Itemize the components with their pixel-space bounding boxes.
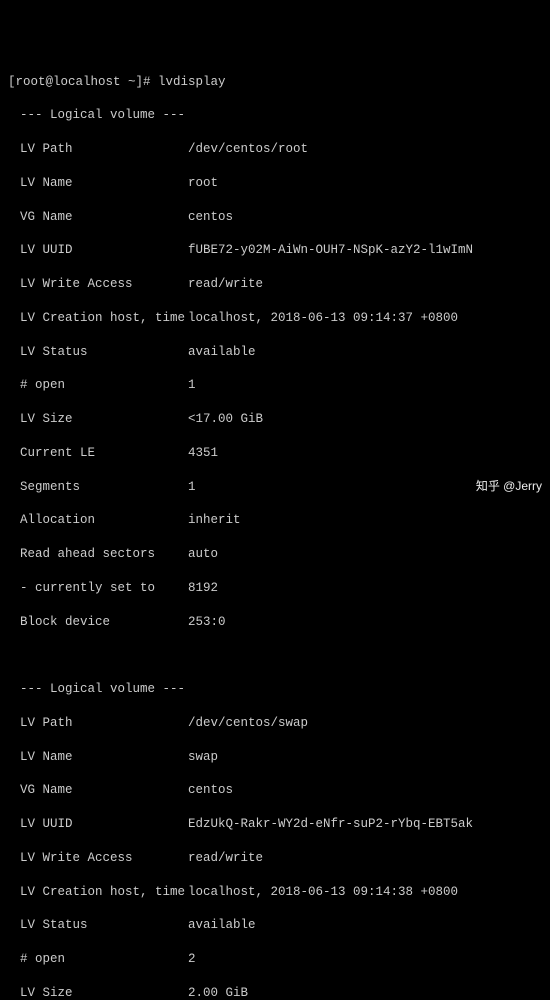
label-lv-name: LV Name (8, 749, 188, 766)
line2-lv-path: LV Path/dev/centos/swap (8, 715, 542, 732)
prompt-line-1: [root@localhost ~]# lvdisplay (8, 74, 542, 91)
label-lv-size: LV Size (8, 985, 188, 1000)
val-read-ahead: auto (188, 546, 218, 563)
lv-header-1: --- Logical volume --- (8, 107, 542, 124)
label-lv-write: LV Write Access (8, 850, 188, 867)
line-read-ahead: Read ahead sectorsauto (8, 546, 542, 563)
line-lv-creation: LV Creation host, timelocalhost, 2018-06… (8, 310, 542, 327)
val2-lv-name: swap (188, 749, 218, 766)
val2-vg-name: centos (188, 782, 233, 799)
line2-open: # open2 (8, 951, 542, 968)
line-lv-path: LV Path/dev/centos/root (8, 141, 542, 158)
line-currently-set: - currently set to8192 (8, 580, 542, 597)
line-lv-size: LV Size<17.00 GiB (8, 411, 542, 428)
prompt-text: [root@localhost ~]# (8, 75, 158, 89)
line-allocation: Allocationinherit (8, 512, 542, 529)
label-lv-creation: LV Creation host, time (8, 884, 188, 901)
line2-lv-uuid: LV UUIDEdzUkQ-Rakr-WY2d-eNfr-suP2-rYbq-E… (8, 816, 542, 833)
label-vg-name: VG Name (8, 782, 188, 799)
line-lv-status: LV Statusavailable (8, 344, 542, 361)
label-segments: Segments (8, 479, 188, 496)
watermark-text: 知乎 @Jerry (476, 478, 542, 494)
val-lv-status: available (188, 344, 256, 361)
label-lv-path: LV Path (8, 141, 188, 158)
val2-lv-write: read/write (188, 850, 263, 867)
label-lv-write: LV Write Access (8, 276, 188, 293)
val-lv-write: read/write (188, 276, 263, 293)
line2-lv-status: LV Statusavailable (8, 917, 542, 934)
line2-lv-name: LV Nameswap (8, 749, 542, 766)
val2-lv-uuid: EdzUkQ-Rakr-WY2d-eNfr-suP2-rYbq-EBT5ak (188, 816, 473, 833)
label-allocation: Allocation (8, 512, 188, 529)
val-vg-name: centos (188, 209, 233, 226)
val2-lv-size: 2.00 GiB (188, 985, 248, 1000)
label-lv-status: LV Status (8, 917, 188, 934)
line-open: # open1 (8, 377, 542, 394)
label-lv-name: LV Name (8, 175, 188, 192)
line-current-le: Current LE4351 (8, 445, 542, 462)
label-open: # open (8, 377, 188, 394)
label-lv-status: LV Status (8, 344, 188, 361)
label-vg-name: VG Name (8, 209, 188, 226)
label-open: # open (8, 951, 188, 968)
val2-lv-status: available (188, 917, 256, 934)
val-segments: 1 (188, 479, 196, 496)
val-lv-uuid: fUBE72-y02M-AiWn-OUH7-NSpK-azY2-l1wImN (188, 242, 473, 259)
val-allocation: inherit (188, 512, 241, 529)
line-vg-name: VG Namecentos (8, 209, 542, 226)
label-lv-path: LV Path (8, 715, 188, 732)
label-lv-uuid: LV UUID (8, 242, 188, 259)
val-lv-creation: localhost, 2018-06-13 09:14:37 +0800 (188, 310, 458, 327)
val-current-le: 4351 (188, 445, 218, 462)
val2-lv-creation: localhost, 2018-06-13 09:14:38 +0800 (188, 884, 458, 901)
val2-open: 2 (188, 951, 196, 968)
val-open: 1 (188, 377, 196, 394)
line2-lv-size: LV Size2.00 GiB (8, 985, 542, 1000)
val2-lv-path: /dev/centos/swap (188, 715, 308, 732)
blank-line (8, 647, 542, 664)
lv-header-2: --- Logical volume --- (8, 681, 542, 698)
val-lv-size: <17.00 GiB (188, 411, 263, 428)
val-lv-path: /dev/centos/root (188, 141, 308, 158)
label-block-device: Block device (8, 614, 188, 631)
label-lv-size: LV Size (8, 411, 188, 428)
line2-vg-name: VG Namecentos (8, 782, 542, 799)
line-segments: Segments1 (8, 479, 542, 496)
line-lv-name: LV Nameroot (8, 175, 542, 192)
command-text: lvdisplay (158, 75, 226, 89)
label-current-le: Current LE (8, 445, 188, 462)
line-block-device: Block device253:0 (8, 614, 542, 631)
val-currently-set: 8192 (188, 580, 218, 597)
label-lv-uuid: LV UUID (8, 816, 188, 833)
label-read-ahead: Read ahead sectors (8, 546, 188, 563)
line-lv-write: LV Write Accessread/write (8, 276, 542, 293)
val-lv-name: root (188, 175, 218, 192)
label-lv-creation: LV Creation host, time (8, 310, 188, 327)
line2-lv-creation: LV Creation host, timelocalhost, 2018-06… (8, 884, 542, 901)
line-lv-uuid: LV UUIDfUBE72-y02M-AiWn-OUH7-NSpK-azY2-l… (8, 242, 542, 259)
line2-lv-write: LV Write Accessread/write (8, 850, 542, 867)
val-block-device: 253:0 (188, 614, 226, 631)
label-currently-set: - currently set to (8, 580, 188, 597)
